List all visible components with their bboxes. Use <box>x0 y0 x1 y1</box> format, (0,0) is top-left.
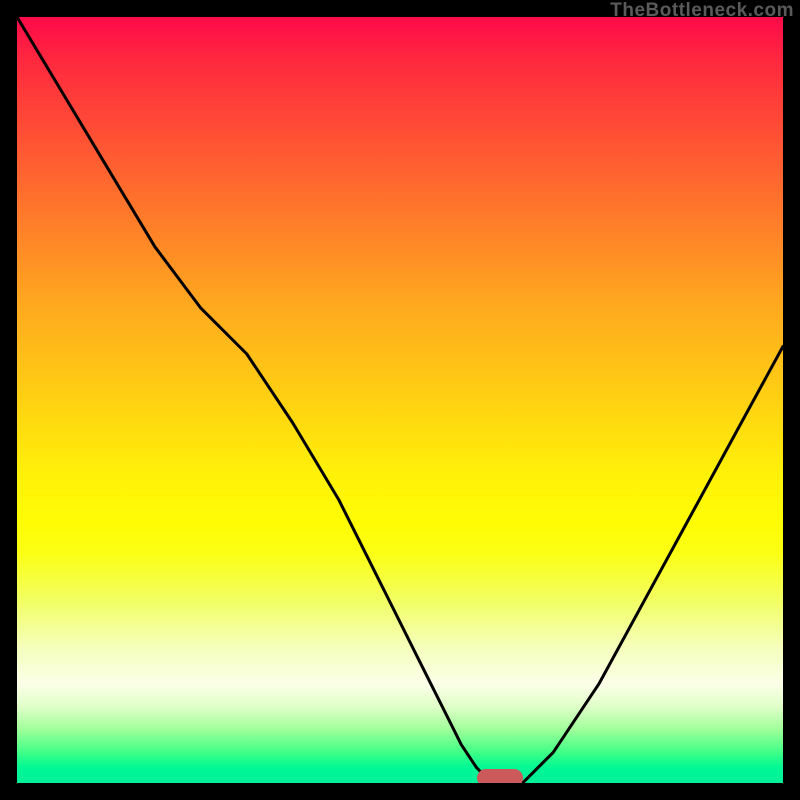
plot-area <box>17 17 783 783</box>
bottleneck-curve <box>17 17 783 783</box>
optimal-range-marker <box>477 769 523 783</box>
attribution-text: TheBottleneck.com <box>610 0 794 22</box>
bottleneck-chart: TheBottleneck.com <box>0 0 800 800</box>
